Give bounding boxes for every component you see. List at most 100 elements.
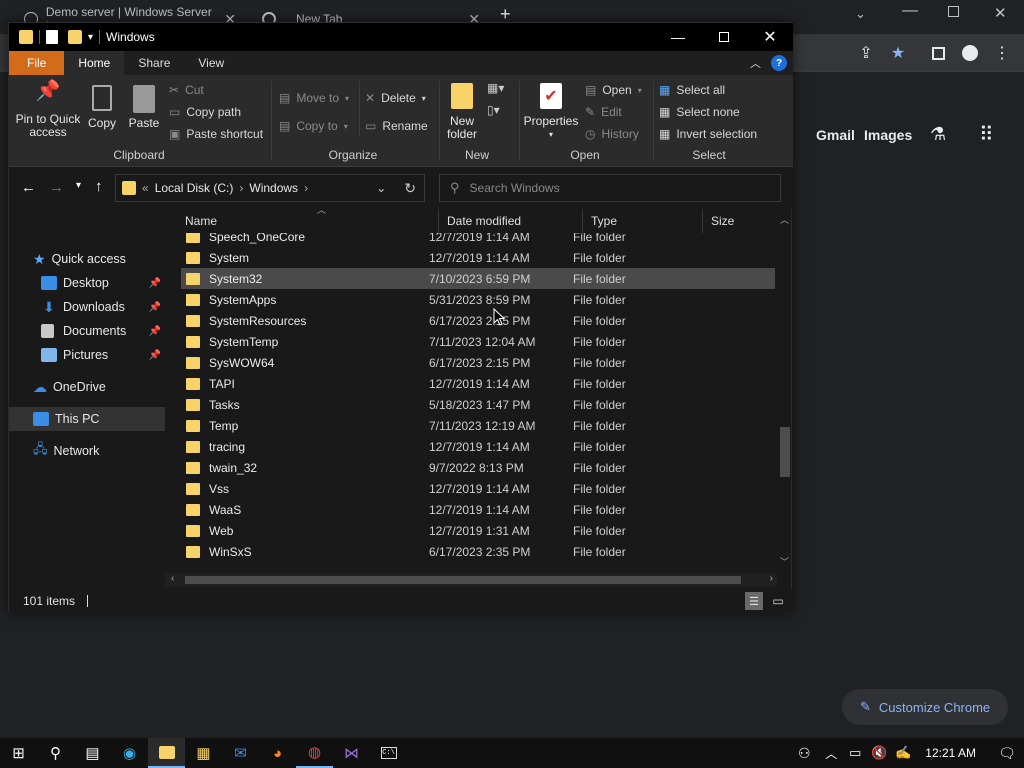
- ribbon-collapse-icon[interactable]: ︿: [750, 51, 761, 75]
- copy-path-button[interactable]: ▭ Copy path: [169, 101, 241, 123]
- nav-desktop[interactable]: Desktop 📌: [9, 271, 165, 295]
- up-arrow-icon[interactable]: ↑: [95, 178, 103, 195]
- copy-to-button[interactable]: ▤ Copy to ▾: [279, 115, 348, 137]
- pen-workspace-icon[interactable]: ✍: [891, 738, 915, 768]
- firefox-icon[interactable]: ◕: [259, 738, 296, 768]
- tray-chevron-icon[interactable]: ︿: [819, 738, 843, 768]
- close-window-icon[interactable]: ✕: [994, 4, 1007, 22]
- pin-icon[interactable]: 📌: [149, 350, 161, 361]
- paste-shortcut-button[interactable]: ▣ Paste shortcut: [169, 123, 263, 145]
- breadcrumb-local-disk[interactable]: Local Disk (C:): [155, 181, 234, 195]
- chrome-icon[interactable]: ◍: [296, 738, 333, 768]
- copy-button[interactable]: Copy: [85, 85, 119, 130]
- apps-grid-icon[interactable]: ⠿: [979, 122, 994, 147]
- breadcrumb-overflow-icon[interactable]: «: [142, 181, 149, 195]
- file-row[interactable]: twain_32 9/7/2022 8:13 PM File folder: [181, 457, 775, 478]
- clock[interactable]: 12:21 AM: [925, 746, 976, 760]
- nav-pictures[interactable]: Pictures 📌: [9, 343, 165, 367]
- file-row[interactable]: Tasks 5/18/2023 1:47 PM File folder: [181, 394, 775, 415]
- edit-button[interactable]: ✎ Edit: [585, 101, 622, 123]
- column-name[interactable]: Name ︿: [181, 205, 439, 233]
- pin-icon[interactable]: 📌: [149, 278, 161, 289]
- network-icon[interactable]: ▭: [843, 738, 867, 768]
- pin-to-quick-access-button[interactable]: 📌 Pin to Quick access: [15, 81, 81, 139]
- file-row[interactable]: Vss 12/7/2019 1:14 AM File folder: [181, 478, 775, 499]
- file-row[interactable]: SystemResources 6/17/2023 2:15 PM File fol…: [181, 310, 775, 331]
- mail-icon[interactable]: ✉: [222, 738, 259, 768]
- tab-home[interactable]: Home: [64, 51, 125, 75]
- delete-button[interactable]: ✕ Delete ▾: [365, 87, 426, 109]
- scroll-right-icon[interactable]: ›: [770, 573, 773, 584]
- address-bar[interactable]: « Local Disk (C:) › Windows › ⌄ ↻: [115, 174, 425, 202]
- scrollbar-thumb[interactable]: [780, 427, 790, 477]
- refresh-icon[interactable]: ↻: [404, 180, 416, 197]
- search-icon[interactable]: ⚲: [37, 738, 74, 768]
- scroll-left-icon[interactable]: ‹: [171, 573, 174, 584]
- edge-icon[interactable]: ◉: [111, 738, 148, 768]
- paste-button[interactable]: Paste: [127, 85, 161, 130]
- file-row[interactable]: WinSxS 6/17/2023 2:35 PM File folder: [181, 541, 775, 562]
- file-row[interactable]: TAPI 12/7/2019 1:14 AM File folder: [181, 373, 775, 394]
- nav-network[interactable]: 🖧 Network: [9, 439, 165, 463]
- vertical-scrollbar[interactable]: ︿ ﹀: [777, 209, 791, 569]
- file-row[interactable]: Temp 7/11/2023 12:19 AM File folder: [181, 415, 775, 436]
- large-icons-view-icon[interactable]: ▭: [769, 592, 787, 610]
- pin-icon[interactable]: 📌: [149, 326, 161, 337]
- nav-quick-access[interactable]: ★ Quick access: [9, 247, 165, 271]
- tab-search-chevron-icon[interactable]: ⌄: [855, 6, 866, 22]
- labs-flask-icon[interactable]: ⚗: [930, 124, 946, 145]
- minimize-icon[interactable]: —: [902, 2, 918, 20]
- new-folder-qa-icon[interactable]: [68, 30, 82, 44]
- file-row[interactable]: WaaS 12/7/2019 1:14 AM File folder: [181, 499, 775, 520]
- file-row[interactable]: SysWOW64 6/17/2023 2:15 PM File folder: [181, 352, 775, 373]
- side-panel-icon[interactable]: [926, 41, 950, 65]
- customize-chrome-button[interactable]: ✎ Customize Chrome: [842, 689, 1008, 725]
- file-explorer-icon[interactable]: [148, 738, 185, 768]
- nav-onedrive[interactable]: ☁ OneDrive: [9, 375, 165, 399]
- notifications-icon[interactable]: 🗨: [990, 738, 1024, 768]
- tab-file[interactable]: File: [9, 51, 65, 75]
- share-icon[interactable]: ⇪: [854, 41, 878, 65]
- open-button[interactable]: ▤ Open ▾: [585, 79, 642, 101]
- minimize-icon[interactable]: —: [655, 23, 701, 51]
- history-button[interactable]: ◷ History: [585, 123, 639, 145]
- volume-muted-icon[interactable]: 🔇: [867, 738, 891, 768]
- column-type[interactable]: Type: [583, 209, 703, 233]
- select-none-button[interactable]: ▦ Select none: [659, 101, 740, 123]
- breadcrumb-windows[interactable]: Windows: [249, 181, 298, 195]
- file-row[interactable]: SystemApps 5/31/2023 8:59 PM File folder: [181, 289, 775, 310]
- recent-locations-chevron-icon[interactable]: ▾: [76, 180, 81, 191]
- nav-downloads[interactable]: ⬇ Downloads 📌: [9, 295, 165, 319]
- scroll-down-icon[interactable]: ﹀: [780, 555, 789, 568]
- breadcrumb-separator-icon[interactable]: ›: [304, 181, 308, 195]
- breadcrumb-separator-icon[interactable]: ›: [239, 181, 243, 195]
- file-row[interactable]: tracing 12/7/2019 1:14 AM File folder: [181, 436, 775, 457]
- people-icon[interactable]: ⚇: [789, 738, 819, 768]
- pin-icon[interactable]: 📌: [149, 302, 161, 313]
- new-item-icon[interactable]: ▦▾: [487, 81, 504, 95]
- file-row[interactable]: Web 12/7/2019 1:31 AM File folder: [181, 520, 775, 541]
- horizontal-scrollbar-thumb[interactable]: [185, 576, 741, 584]
- store-icon[interactable]: ▦: [185, 738, 222, 768]
- profile-avatar-icon[interactable]: [958, 41, 982, 65]
- properties-button[interactable]: ✔ Properties ▾: [523, 83, 579, 141]
- windows-start-icon[interactable]: ⊞: [0, 738, 37, 768]
- restore-icon[interactable]: [948, 6, 959, 17]
- visual-studio-icon[interactable]: ⋈: [333, 738, 370, 768]
- column-date-modified[interactable]: Date modified: [439, 209, 583, 233]
- new-folder-button[interactable]: New folder: [443, 83, 481, 141]
- help-icon[interactable]: ?: [771, 55, 787, 71]
- file-row[interactable]: SystemTemp 7/11/2023 12:04 AM File folder: [181, 331, 775, 352]
- tab-view[interactable]: View: [184, 51, 238, 75]
- tab-share[interactable]: Share: [124, 51, 184, 75]
- rename-button[interactable]: ▭ Rename: [365, 115, 428, 137]
- cut-button[interactable]: ✂ Cut: [169, 79, 204, 101]
- column-size[interactable]: Size: [703, 209, 773, 233]
- file-row[interactable]: System 12/7/2019 1:14 AM File folder: [181, 247, 775, 268]
- forward-arrow-icon[interactable]: →: [49, 179, 64, 196]
- select-all-button[interactable]: ▦ Select all: [659, 79, 725, 101]
- nav-this-pc[interactable]: This PC: [9, 407, 165, 431]
- qa-dropdown-icon[interactable]: ▾: [88, 32, 93, 43]
- maximize-icon[interactable]: [701, 23, 747, 51]
- gmail-link[interactable]: Gmail: [816, 127, 855, 143]
